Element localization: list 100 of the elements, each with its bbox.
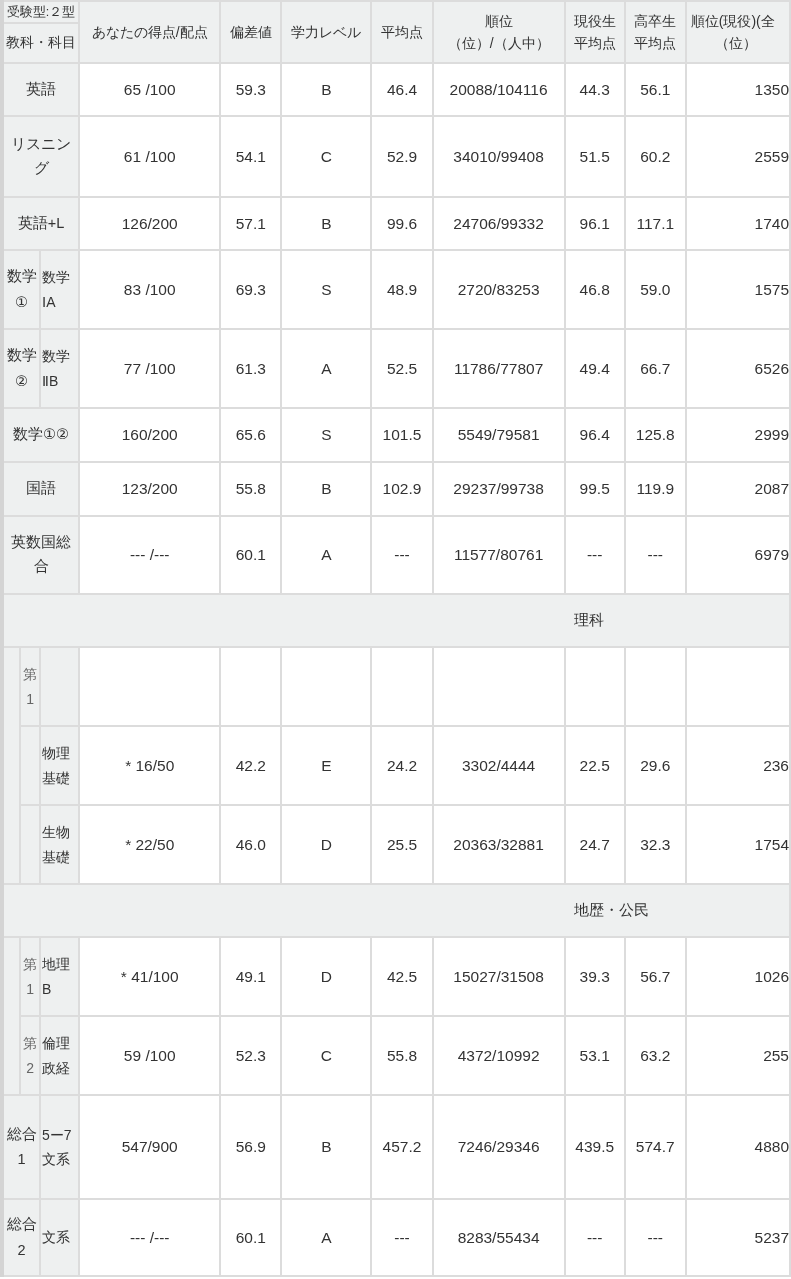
table-cell: 123/200	[79, 462, 221, 516]
table-cell: 65.6	[220, 408, 282, 462]
table-cell: E	[281, 726, 372, 805]
table-cell: 49.4	[564, 329, 625, 408]
table-cell: 59.0	[624, 250, 686, 329]
table-cell: 236	[685, 726, 790, 805]
subject-cell: 倫理政経	[40, 1016, 80, 1095]
table-cell: 2720/83253	[432, 250, 565, 329]
table-cell: 57.1	[220, 197, 282, 250]
table-cell: 125.8	[624, 408, 686, 462]
table-cell: 547/900	[79, 1095, 221, 1199]
table-cell: 55.8	[220, 462, 282, 516]
table-cell: C	[281, 116, 372, 197]
table-cell: 56.9	[220, 1095, 282, 1199]
table-cell: S	[281, 408, 372, 462]
subject-cell: リスニング	[2, 116, 80, 197]
column-header: 平均点	[634, 35, 677, 51]
column-header: 学力レベル	[291, 23, 362, 40]
subject-cell: 地理B	[40, 937, 80, 1016]
table-cell: 4880	[685, 1095, 790, 1199]
table-cell: --- /---	[79, 1199, 221, 1276]
subject-cell: 生物基礎	[40, 805, 80, 884]
subject-cell: 物理基礎	[40, 726, 80, 805]
subject-group-cell: 数学①	[2, 250, 41, 329]
table-cell: 102.9	[371, 462, 433, 516]
subject-cell: 5ー7文系	[40, 1095, 80, 1199]
table-cell: 42.5	[371, 937, 433, 1016]
table-cell: 52.5	[371, 329, 433, 408]
subject-cell: 英語+L	[2, 197, 80, 250]
table-cell: 1575	[685, 250, 790, 329]
subject-cell: 国語	[2, 462, 80, 516]
table-cell: 99.6	[371, 197, 433, 250]
table-cell: 160/200	[79, 408, 221, 462]
table-cell: 6526	[685, 329, 790, 408]
table-cell: * 16/50	[79, 726, 221, 805]
subject-header: 教科・科目	[2, 23, 80, 63]
table-cell: 51.5	[564, 116, 625, 197]
table-cell: 34010/99408	[432, 116, 565, 197]
table-cell: 56.1	[624, 63, 686, 116]
table-cell: 69.3	[220, 250, 282, 329]
table-cell: 574.7	[624, 1095, 686, 1199]
table-cell: 29.6	[624, 726, 686, 805]
table-cell: 60.2	[624, 116, 686, 197]
table-cell: 1350	[685, 63, 790, 116]
table-cell: 55.8	[371, 1016, 433, 1095]
table-cell: 61 /100	[79, 116, 221, 197]
table-cell: 20088/104116	[432, 63, 565, 116]
column-header: 順位	[484, 12, 513, 29]
table-cell: ---	[371, 1199, 433, 1276]
column-header: 高卒生	[634, 12, 677, 29]
table-cell: 1026	[685, 937, 790, 1016]
table-cell: 15027/31508	[432, 937, 565, 1016]
table-cell: 255	[685, 1016, 790, 1095]
table-cell: C	[281, 1016, 372, 1095]
column-header: 平均点	[573, 35, 616, 51]
table-cell: 101.5	[371, 408, 433, 462]
table-cell: 44.3	[564, 63, 625, 116]
table-cell: 2087	[685, 462, 790, 516]
table-cell: 46.8	[564, 250, 625, 329]
table-cell: 42.2	[220, 726, 282, 805]
table-cell: 7246/29346	[432, 1095, 565, 1199]
table-cell: ---	[624, 1199, 686, 1276]
subject-group-cell: 総合2	[2, 1199, 41, 1276]
table-cell: B	[281, 63, 372, 116]
table-cell: 11786/77807	[432, 329, 565, 408]
table-cell: 48.9	[371, 250, 433, 329]
column-header: あなたの得点/配点	[91, 23, 208, 40]
table-cell: 59 /100	[79, 1016, 221, 1095]
table-cell: 63.2	[624, 1016, 686, 1095]
column-header: 平均点	[381, 23, 423, 40]
table-cell: 53.1	[564, 1016, 625, 1095]
table-cell: B	[281, 1095, 372, 1199]
column-header: 現役生	[573, 12, 616, 29]
table-cell: 83 /100	[79, 250, 221, 329]
table-cell: 439.5	[564, 1095, 625, 1199]
subject-cell: 数学ⅡB	[40, 329, 80, 408]
table-cell: 60.1	[220, 1199, 282, 1276]
subject-cell: 英語	[2, 63, 80, 116]
table-cell: 61.3	[220, 329, 282, 408]
table-cell: 2559	[685, 116, 790, 197]
section-header: 地歴・公民	[2, 884, 790, 937]
table-cell: 4372/10992	[432, 1016, 565, 1095]
table-cell: 99.5	[564, 462, 625, 516]
table-cell: 66.7	[624, 329, 686, 408]
table-cell: 29237/99738	[432, 462, 565, 516]
table-cell: 46.4	[371, 63, 433, 116]
table-cell: A	[281, 1199, 372, 1276]
table-cell: 1740	[685, 197, 790, 250]
table-cell: A	[281, 329, 372, 408]
table-cell: 96.4	[564, 408, 625, 462]
table-cell: B	[281, 462, 372, 516]
table-cell: 3302/4444	[432, 726, 565, 805]
column-header: （位）/（人中）	[447, 35, 550, 51]
table-cell: 119.9	[624, 462, 686, 516]
table-cell: S	[281, 250, 372, 329]
subject-cell: 数学ⅠA	[40, 250, 80, 329]
table-cell: 65 /100	[79, 63, 221, 116]
table-cell: 52.3	[220, 1016, 282, 1095]
table-cell: 22.5	[564, 726, 625, 805]
table-cell: 24.2	[371, 726, 433, 805]
